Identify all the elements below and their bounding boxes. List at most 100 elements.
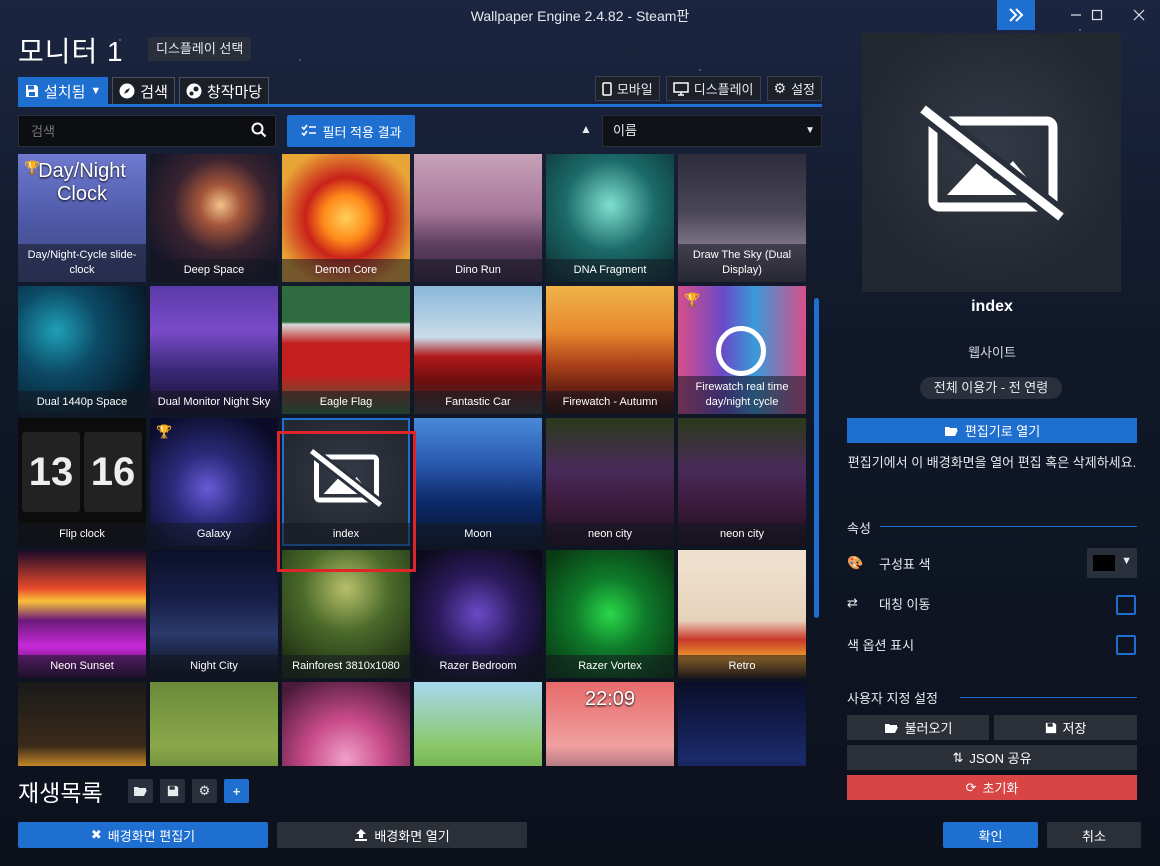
cancel-button[interactable]: 취소 <box>1047 822 1141 848</box>
wallpaper-editor-label: 배경화면 편집기 <box>107 828 196 844</box>
wallpaper-tile-label: Fantastic Car <box>414 391 542 414</box>
wallpaper-tile-label: Night City <box>150 655 278 678</box>
wallpaper-tile[interactable]: Eagle Flag <box>282 286 410 414</box>
wallpaper-tile[interactable]: Retro <box>678 550 806 678</box>
playlist-save-button[interactable] <box>160 779 185 803</box>
wallpaper-tile[interactable]: Rainforest 3810x1080 <box>282 550 410 678</box>
wallpaper-tile[interactable] <box>678 682 806 766</box>
load-settings-button[interactable]: 불러오기 <box>847 715 989 740</box>
wallpaper-tile[interactable]: Fantastic Car <box>414 286 542 414</box>
color-swatch <box>1093 555 1115 571</box>
wallpaper-tile[interactable]: neon city <box>678 418 806 546</box>
sort-select[interactable]: 이름 ▼ <box>602 115 822 147</box>
search-input[interactable] <box>19 116 249 146</box>
expand-panel-button[interactable] <box>997 0 1035 30</box>
chevron-down-icon: ▼ <box>90 85 102 97</box>
grid-scrollbar[interactable] <box>814 298 819 618</box>
wallpaper-tile[interactable]: Neon Sunset <box>18 550 146 678</box>
wallpaper-tile[interactable]: Dual Monitor Night Sky <box>150 286 278 414</box>
sort-value: 이름 <box>613 123 637 138</box>
flip-clock-preview: 13 16 <box>22 432 142 512</box>
tab-underline <box>18 104 822 107</box>
wallpaper-tile-label: index <box>282 523 410 546</box>
save-settings-button[interactable]: 저장 <box>994 715 1137 740</box>
chevron-down-icon: ▼ <box>1121 555 1132 567</box>
maximize-button[interactable] <box>1076 0 1118 30</box>
reset-settings-button[interactable]: ⟳ 초기화 <box>847 775 1137 800</box>
save-icon <box>167 785 178 797</box>
wallpaper-tile[interactable]: Demon Core <box>282 154 410 282</box>
wallpaper-tile[interactable]: Razer Vortex <box>546 550 674 678</box>
settings-label: 설정 <box>791 82 815 97</box>
tab-workshop[interactable]: 창작마당 <box>178 77 270 105</box>
display-button[interactable]: 디스플레이 <box>665 76 761 101</box>
playlist-settings-button[interactable]: ⚙ <box>192 779 217 803</box>
wallpaper-tile-label: Dual Monitor Night Sky <box>150 391 278 414</box>
wallpaper-tile-label: Galaxy <box>150 523 278 546</box>
filter-results-button[interactable]: 필터 적용 결과 <box>287 115 415 147</box>
tab-discover[interactable]: 검색 <box>112 77 175 105</box>
wallpaper-tile[interactable]: Dino Run <box>414 154 542 282</box>
tab-installed[interactable]: 설치됨 ▼ <box>18 77 109 105</box>
wallpaper-tile[interactable]: 🏆 Firewatch real time day/night cycle <box>678 286 806 414</box>
wallpaper-tile[interactable] <box>150 682 278 766</box>
wallpaper-tile-label: neon city <box>678 523 806 546</box>
wallpaper-tile[interactable]: 🏆 Galaxy <box>150 418 278 546</box>
window-title: Wallpaper Engine 2.4.82 - Steam판 <box>470 8 690 24</box>
wallpaper-tile[interactable] <box>18 682 146 766</box>
properties-heading: 속성 <box>847 521 871 536</box>
wallpaper-editor-button[interactable]: ✖ 배경화면 편집기 <box>18 822 268 848</box>
chevron-down-icon: ▼ <box>805 125 815 136</box>
search-icon[interactable] <box>251 122 267 138</box>
wallpaper-tile-selected[interactable]: index <box>282 418 410 546</box>
wallpaper-tile[interactable]: Deep Space <box>150 154 278 282</box>
property-label: 구성표 색 <box>879 556 931 572</box>
double-chevron-right-icon <box>1009 8 1024 22</box>
mobile-label: 모바일 <box>616 82 653 97</box>
display-select-button[interactable]: 디스플레이 선택 <box>148 37 252 61</box>
ok-button[interactable]: 확인 <box>943 822 1038 848</box>
wallpaper-tile[interactable]: Dual 1440p Space <box>18 286 146 414</box>
sort-direction-button[interactable]: ▲ <box>578 122 594 138</box>
close-button[interactable] <box>1118 0 1160 30</box>
wallpaper-tile-label: Neon Sunset <box>18 655 146 678</box>
steam-icon <box>186 83 202 99</box>
load-settings-label: 불러오기 <box>904 721 953 736</box>
wallpaper-tile-label: Moon <box>414 523 542 546</box>
property-label: 색 옵션 표시 <box>847 637 915 653</box>
settings-button[interactable]: ⚙ 설정 <box>766 76 822 101</box>
wallpaper-tile[interactable]: Moon <box>414 418 542 546</box>
wallpaper-grid: Monitor)Wallpaper with snow...[Audio Res… <box>18 152 808 766</box>
palette-icon: 🎨 <box>847 555 864 570</box>
wallpaper-tile[interactable]: Firewatch - Autumn <box>546 286 674 414</box>
wallpaper-tile-label: Deep Space <box>150 259 278 282</box>
wallpaper-tile[interactable]: neon city <box>546 418 674 546</box>
property-show-color-options: 색 옵션 표시 <box>847 632 1137 656</box>
wallpaper-tile[interactable]: Night City <box>150 550 278 678</box>
wallpaper-tile[interactable] <box>414 682 542 766</box>
wallpaper-tile[interactable]: DNA Fragment <box>546 154 674 282</box>
mobile-button[interactable]: 모바일 <box>594 76 660 101</box>
tab-discover-label: 검색 <box>140 83 168 101</box>
display-label: 디스플레이 <box>693 82 754 97</box>
share-json-button[interactable]: ⇅ JSON 공유 <box>847 745 1137 770</box>
scheme-color-picker[interactable]: ▼ <box>1087 548 1137 578</box>
wallpaper-tile[interactable]: Draw The Sky (Dual Display) <box>678 154 806 282</box>
mirror-checkbox[interactable] <box>1116 595 1136 615</box>
playlist-add-button[interactable]: + <box>224 779 249 803</box>
open-wallpaper-button[interactable]: 배경화면 열기 <box>277 822 527 848</box>
wallpaper-tile-label: Eagle Flag <box>282 391 410 414</box>
open-in-editor-button[interactable]: 편집기로 열기 <box>847 418 1137 443</box>
playlist-load-button[interactable] <box>128 779 153 803</box>
show-color-options-checkbox[interactable] <box>1116 635 1136 655</box>
gear-icon: ⚙ <box>773 80 787 96</box>
wallpaper-tile[interactable]: 13 16 Flip clock <box>18 418 146 546</box>
wallpaper-tile[interactable] <box>282 682 410 766</box>
wallpaper-tile[interactable]: Razer Bedroom <box>414 550 542 678</box>
wallpaper-tile-label: Firewatch - Autumn <box>546 391 674 414</box>
wallpaper-tile[interactable]: 22:09 <box>546 682 674 766</box>
main-tabs: 설치됨 ▼ 검색 창작마당 <box>18 77 270 105</box>
wallpaper-tile[interactable]: Day/Night Clock 🏆 Day/Night-Cycle slide-cl… <box>18 154 146 282</box>
plus-icon: + <box>232 783 241 799</box>
reset-settings-label: 초기화 <box>982 781 1019 796</box>
